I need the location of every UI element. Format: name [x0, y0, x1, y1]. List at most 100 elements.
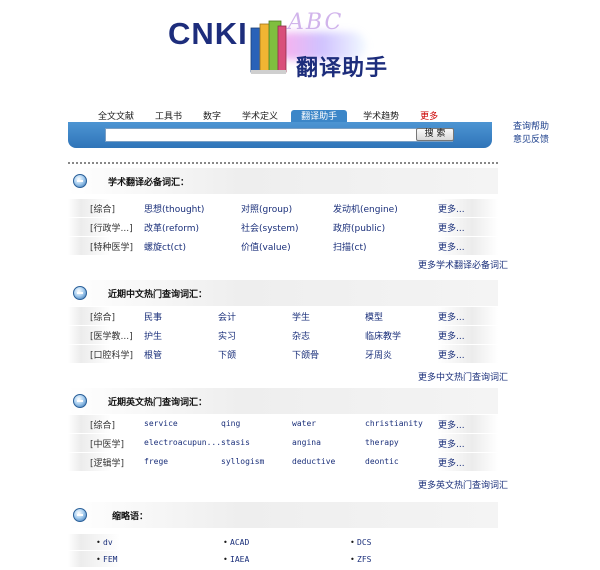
section-more-link[interactable]: 更多中文热门查询词汇 [418, 370, 508, 383]
more-link[interactable]: 更多... [438, 202, 465, 215]
term-link[interactable]: water [292, 419, 316, 428]
section-more-link[interactable]: 更多英文热门查询词汇 [418, 478, 508, 491]
bullet-icon: • [350, 538, 355, 547]
term-link[interactable]: 螺旋ct(ct) [144, 240, 186, 253]
more-link[interactable]: 更多... [438, 437, 465, 450]
table-row: [医学教...] 护生 实习 杂志 临床教学 更多... [68, 326, 498, 344]
help-link[interactable]: 查询帮助 [513, 121, 549, 134]
term-link[interactable]: angina [292, 438, 321, 447]
term-link[interactable]: electroacupun... [144, 438, 221, 447]
logo-cnki-text: CNKI [168, 16, 248, 51]
term-link[interactable]: therapy [365, 438, 399, 447]
section-bullet-icon [73, 394, 87, 408]
section-title: 近期英文热门查询词汇： [108, 398, 208, 408]
table-row: [综合] 民事 会计 学生 模型 更多... [68, 307, 498, 325]
section-header: 近期中文热门查询词汇： [68, 280, 498, 306]
term-link[interactable]: 改革(reform) [144, 221, 199, 234]
section-title: 缩略语： [112, 512, 149, 522]
section-chinese-hot-queries: 近期中文热门查询词汇： [综合] 民事 会计 学生 模型 更多... [医学教.… [68, 280, 508, 383]
category-label: [行政学...] [90, 224, 133, 234]
abbreviation-link[interactable]: FEM [103, 555, 117, 564]
table-row: [综合] service qing water christianity 更多.… [68, 415, 498, 433]
abbreviation-link[interactable]: dv [103, 538, 113, 547]
table-row: [口腔科学] 根管 下颌 下颌骨 牙周炎 更多... [68, 345, 498, 363]
section-header: 缩略语： [68, 502, 498, 528]
logo-script-text: ABC [288, 10, 344, 35]
term-link[interactable]: 价值(value) [241, 240, 291, 253]
section-header: 近期英文热门查询词汇： [68, 388, 498, 414]
category-label: [综合] [90, 205, 116, 215]
term-link[interactable]: 下颌骨 [292, 348, 319, 361]
more-link[interactable]: 更多... [438, 329, 465, 342]
logo-title: 翻译助手 [296, 56, 389, 81]
bullet-icon: • [350, 555, 355, 564]
term-link[interactable]: 模型 [365, 310, 383, 323]
more-link[interactable]: 更多... [438, 310, 465, 323]
section-more-link[interactable]: 更多学术翻译必备词汇 [418, 258, 508, 271]
section-bullet-icon [73, 508, 87, 522]
section-header: 学术翻译必备词汇： [68, 168, 498, 194]
category-label: [口腔科学] [90, 351, 134, 361]
bullet-icon: • [223, 555, 228, 564]
term-link[interactable]: 对照(group) [241, 202, 292, 215]
term-link[interactable]: 牙周炎 [365, 348, 392, 361]
bullet-icon: • [223, 538, 228, 547]
abbreviation-link[interactable]: IAEA [230, 555, 249, 564]
term-link[interactable]: service [144, 419, 178, 428]
search-input[interactable] [105, 128, 453, 142]
term-link[interactable]: 扫描(ct) [333, 240, 367, 253]
section-academic-vocabulary: 学术翻译必备词汇： [综合] 思想(thought) 对照(group) 发动机… [68, 168, 508, 271]
side-links: 查询帮助 意见反馈 [513, 121, 549, 147]
category-label: [综合] [90, 421, 116, 431]
term-link[interactable]: deontic [365, 457, 399, 466]
category-label: [特种医学] [90, 243, 134, 253]
term-link[interactable]: frege [144, 457, 168, 466]
term-link[interactable]: syllogism [221, 457, 264, 466]
term-link[interactable]: deductive [292, 457, 335, 466]
section-title: 学术翻译必备词汇： [108, 178, 190, 188]
more-link[interactable]: 更多... [438, 348, 465, 361]
category-label: [中医学] [90, 440, 125, 450]
section-title: 近期中文热门查询词汇： [108, 290, 208, 300]
abbreviation-link[interactable]: ACAD [230, 538, 249, 547]
term-link[interactable]: 学生 [292, 310, 310, 323]
table-row: [逻辑学] frege syllogism deductive deontic … [68, 453, 498, 471]
more-link[interactable]: 更多... [438, 221, 465, 234]
term-link[interactable]: 思想(thought) [144, 202, 204, 215]
section-bullet-icon [73, 286, 87, 300]
more-link[interactable]: 更多... [438, 418, 465, 431]
term-link[interactable]: 下颌 [218, 348, 236, 361]
table-row: [综合] 思想(thought) 对照(group) 发动机(engine) 更… [68, 199, 498, 217]
table-row: [中医学] electroacupun... stasis angina the… [68, 434, 498, 452]
category-label: [综合] [90, 313, 116, 323]
category-label: [医学教...] [90, 332, 133, 342]
term-link[interactable]: 会计 [218, 310, 236, 323]
table-row: [特种医学] 螺旋ct(ct) 价值(value) 扫描(ct) 更多... [68, 237, 498, 255]
abbreviation-link[interactable]: ZFS [357, 555, 371, 564]
section-abbreviations: 缩略语： • dv • ACAD • DCS • FEM • IAEA • ZF… [68, 502, 498, 567]
search-button[interactable]: 搜 索 [416, 128, 454, 141]
term-link[interactable]: 实习 [218, 329, 236, 342]
list-row: • FEM • IAEA • ZFS [68, 551, 498, 567]
feedback-link[interactable]: 意见反馈 [513, 134, 549, 147]
abbreviation-link[interactable]: DCS [357, 538, 371, 547]
section-english-hot-queries: 近期英文热门查询词汇： [综合] service qing water chri… [68, 388, 508, 491]
list-row: • dv • ACAD • DCS [68, 534, 498, 550]
logo: CNKI ABC 翻译助手 [168, 10, 418, 82]
more-link[interactable]: 更多... [438, 456, 465, 469]
term-link[interactable]: 临床教学 [365, 329, 401, 342]
term-link[interactable]: qing [221, 419, 240, 428]
term-link[interactable]: 政府(public) [333, 221, 385, 234]
books-icon [250, 20, 287, 74]
table-row: [行政学...] 改革(reform) 社会(system) 政府(public… [68, 218, 498, 236]
term-link[interactable]: christianity [365, 419, 423, 428]
term-link[interactable]: stasis [221, 438, 250, 447]
more-link[interactable]: 更多... [438, 240, 465, 253]
term-link[interactable]: 根管 [144, 348, 162, 361]
dotted-divider [68, 162, 498, 164]
term-link[interactable]: 杂志 [292, 329, 310, 342]
term-link[interactable]: 护生 [144, 329, 162, 342]
term-link[interactable]: 发动机(engine) [333, 202, 398, 215]
term-link[interactable]: 社会(system) [241, 221, 299, 234]
term-link[interactable]: 民事 [144, 310, 162, 323]
